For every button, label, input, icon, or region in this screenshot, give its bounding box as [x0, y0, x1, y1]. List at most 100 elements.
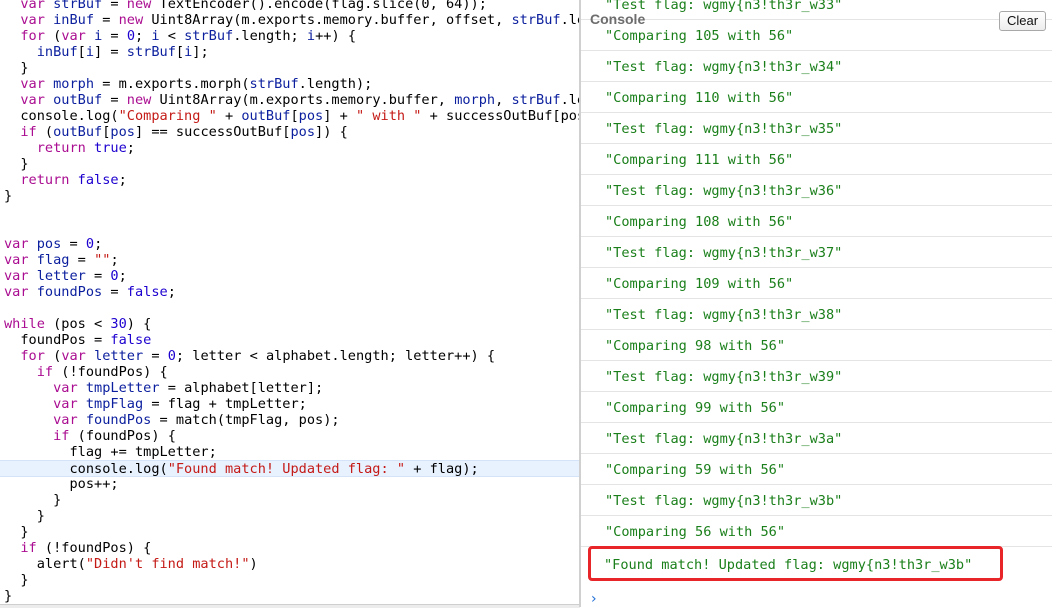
code-line[interactable]: [0, 300, 580, 316]
code-token: var: [4, 236, 29, 252]
code-token: ] =: [94, 44, 127, 60]
code-token: }: [4, 156, 29, 172]
code-token: }: [4, 508, 45, 524]
console-log-row: "Test flag: wgmy{n3!th3r_w35": [581, 113, 1052, 144]
code-line[interactable]: for (var letter = 0; letter < alphabet.l…: [0, 348, 580, 364]
code-line[interactable]: }: [0, 188, 580, 204]
code-line[interactable]: console.log("Comparing " + outBuf[pos] +…: [0, 108, 580, 124]
code-token: return: [36, 140, 86, 156]
code-token: 30: [110, 316, 127, 332]
code-line[interactable]: if (!foundPos) {: [0, 540, 580, 556]
code-line[interactable]: var outBuf = new Uint8Array(m.exports.me…: [0, 92, 580, 108]
code-token: [: [290, 108, 299, 124]
code-line[interactable]: flag += tmpLetter;: [0, 444, 580, 460]
code-token: "Found match! Updated flag: ": [167, 461, 406, 477]
code-line[interactable]: var tmpFlag = flag + tmpLetter;: [0, 396, 580, 412]
code-line[interactable]: inBuf[i] = strBuf[i];: [0, 44, 580, 60]
clear-button[interactable]: Clear: [999, 11, 1046, 31]
code-token: var: [4, 284, 29, 300]
code-token: Uint8Array(m.exports.memory.buffer,: [151, 92, 455, 108]
code-line-text: }: [4, 572, 28, 588]
code-token: if: [20, 540, 37, 556]
code-line[interactable]: var strBuf = new TextEncoder().encode(fl…: [0, 0, 580, 12]
code-token: .length);: [298, 76, 373, 92]
code-line[interactable]: while (pos < 30) {: [0, 316, 580, 332]
code-line[interactable]: var flag = "";: [0, 252, 580, 268]
code-line[interactable]: [0, 204, 580, 220]
code-line[interactable]: }: [0, 156, 580, 172]
code-line[interactable]: alert("Didn't find match!"): [0, 556, 580, 572]
code-token: return: [20, 172, 70, 188]
code-token: var: [20, 92, 45, 108]
code-token: (: [44, 348, 62, 364]
code-line[interactable]: pos++;: [0, 476, 580, 492]
code-line[interactable]: for (var i = 0; i < strBuf.length; i++) …: [0, 28, 580, 44]
code-token: var: [53, 396, 78, 412]
code-token: = flag + tmpLetter;: [143, 396, 307, 412]
code-line-text: var morph = m.exports.morph(strBuf.lengt…: [4, 76, 372, 92]
console-log-row: "Comparing 108 with 56": [581, 206, 1052, 237]
code-line[interactable]: }: [0, 508, 580, 524]
code-token: letter: [36, 268, 86, 284]
code-token: foundPos =: [4, 332, 111, 348]
code-token: =: [102, 92, 127, 108]
console-prompt-icon[interactable]: ›: [591, 591, 597, 607]
code-line[interactable]: var foundPos = match(tmpFlag, pos);: [0, 412, 580, 428]
code-token: ;: [118, 172, 127, 188]
code-line[interactable]: foundPos = false: [0, 332, 580, 348]
code-token: =: [143, 348, 168, 364]
code-line[interactable]: }: [0, 492, 580, 508]
code-token: var: [53, 380, 78, 396]
code-line[interactable]: var tmpLetter = alphabet[letter];: [0, 380, 580, 396]
code-token: =: [69, 252, 95, 268]
code-line-text: var tmpFlag = flag + tmpLetter;: [4, 396, 307, 412]
code-token: TextEncoder().encode(flag.slice(0, 64));: [151, 0, 487, 12]
console-log-text: "Comparing 110 with 56": [605, 90, 794, 106]
code-token: outBuf: [53, 92, 103, 108]
code-line[interactable]: var letter = 0;: [0, 268, 580, 284]
code-line-text: while (pos < 30) {: [4, 316, 151, 332]
code-token: new: [126, 0, 152, 12]
code-line[interactable]: var morph = m.exports.morph(strBuf.lengt…: [0, 76, 580, 92]
code-token: ;: [126, 140, 135, 156]
code-line[interactable]: if (outBuf[pos] == successOutBuf[pos]) {: [0, 124, 580, 140]
code-line[interactable]: var foundPos = false;: [0, 284, 580, 300]
code-line[interactable]: var inBuf = new Uint8Array(m.exports.mem…: [0, 12, 580, 28]
code-line[interactable]: }: [0, 588, 580, 604]
code-token: inBuf: [53, 12, 95, 28]
code-editor[interactable]: var strBuf = new TextEncoder().encode(fl…: [0, 0, 580, 607]
code-line[interactable]: }: [0, 60, 580, 76]
code-line-text: foundPos = false: [4, 332, 151, 348]
code-line[interactable]: var pos = 0;: [0, 236, 580, 252]
code-token: true: [94, 140, 127, 156]
code-line[interactable]: if (!foundPos) {: [0, 364, 580, 380]
code-token: tmpFlag: [85, 396, 144, 412]
code-line[interactable]: return false;: [0, 172, 580, 188]
console-log-text: "Test flag: wgmy{n3!th3r_w3b": [605, 493, 843, 509]
code-token: false: [77, 172, 119, 188]
code-token: <: [159, 28, 185, 44]
code-line[interactable]: [0, 220, 580, 236]
code-token: = m.exports.morph(: [94, 76, 250, 92]
code-line[interactable]: }: [0, 572, 580, 588]
code-line[interactable]: console.log("Found match! Updated flag: …: [0, 460, 580, 477]
editor-scrollbar[interactable]: [0, 604, 580, 608]
code-token: (!foundPos) {: [53, 364, 168, 380]
code-line-text: }: [4, 188, 12, 204]
code-line-text: var pos = 0;: [4, 236, 102, 252]
code-token: for: [20, 348, 45, 364]
code-line[interactable]: return true;: [0, 140, 580, 156]
code-token: = match(tmpFlag, pos);: [151, 412, 340, 428]
code-line[interactable]: if (foundPos) {: [0, 428, 580, 444]
console-log-row: "Test flag: wgmy{n3!th3r_w3b": [581, 485, 1052, 516]
code-token: "Didn't find match!": [85, 556, 250, 572]
code-token: + flag);: [405, 461, 479, 477]
console-log-row: "Test flag: wgmy{n3!th3r_w38": [581, 299, 1052, 330]
code-token: }: [4, 188, 13, 204]
code-line[interactable]: }: [0, 524, 580, 540]
